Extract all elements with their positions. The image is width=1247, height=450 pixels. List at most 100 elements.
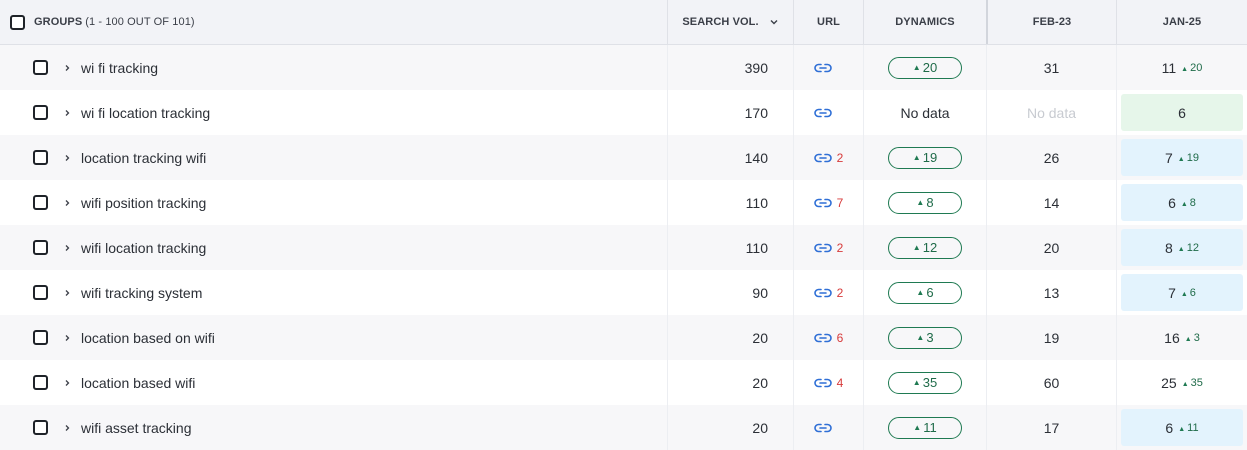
table-row[interactable]: wifi position tracking 110 7 ▲ 8 14 6 ▲ 8 xyxy=(0,180,1247,225)
dynamics-badge[interactable]: ▲ 19 xyxy=(888,146,962,169)
chevron-right-icon[interactable] xyxy=(62,243,72,253)
link-icon[interactable] xyxy=(813,287,832,299)
row-checkbox[interactable] xyxy=(33,330,48,345)
link-icon[interactable] xyxy=(814,422,832,434)
group-cell: wi fi tracking xyxy=(0,45,667,90)
dynamics-badge[interactable]: ▲ 12 xyxy=(888,236,962,259)
jan-position-box[interactable]: 8 ▲ 12 xyxy=(1121,229,1243,266)
keyword-text[interactable]: location tracking wifi xyxy=(81,150,206,166)
keyword-text[interactable]: wifi asset tracking xyxy=(81,420,191,436)
jan-delta: ▲ 12 xyxy=(1178,242,1199,254)
header-feb: FEB-23 xyxy=(986,0,1116,44)
feb-cell: No data xyxy=(986,90,1116,135)
chevron-right-icon[interactable] xyxy=(62,288,72,298)
jan-position-box[interactable]: 11 ▲ 20 xyxy=(1121,49,1243,86)
jan-position: 25 xyxy=(1161,374,1177,391)
feb-cell: 31 xyxy=(986,45,1116,90)
jan-delta-value: 35 xyxy=(1190,376,1203,389)
keyword-text[interactable]: location based on wifi xyxy=(81,330,215,346)
table-row[interactable]: location tracking wifi 140 2 ▲ 19 26 7 ▲ 19 xyxy=(0,135,1247,180)
jan-position-box[interactable]: 7 ▲ 19 xyxy=(1121,139,1243,176)
header-search-vol[interactable]: SEARCH VOL. xyxy=(667,0,793,44)
chevron-right-icon[interactable] xyxy=(62,198,72,208)
link-icon[interactable] xyxy=(813,197,832,209)
jan-cell: 6 ▲ 11 xyxy=(1116,405,1247,450)
triangle-up-icon: ▲ xyxy=(912,153,921,162)
row-checkbox[interactable] xyxy=(33,420,48,435)
url-count[interactable]: 2 xyxy=(837,151,844,165)
link-icon[interactable] xyxy=(813,152,832,164)
feb-position: 31 xyxy=(1043,59,1060,76)
table-row[interactable]: wi fi location tracking 170 No data No d… xyxy=(0,90,1247,135)
feb-cell: 14 xyxy=(986,180,1116,225)
search-volume-value: 20 xyxy=(752,329,768,346)
chevron-right-icon[interactable] xyxy=(62,108,72,118)
row-checkbox[interactable] xyxy=(33,195,48,210)
row-checkbox[interactable] xyxy=(33,105,48,120)
dynamics-badge[interactable]: ▲ 8 xyxy=(888,191,962,214)
link-icon[interactable] xyxy=(814,107,832,119)
url-cell xyxy=(793,45,863,90)
url-count[interactable]: 6 xyxy=(837,331,844,345)
keyword-text[interactable]: wi fi location tracking xyxy=(81,105,210,121)
dynamics-badge[interactable]: ▲ 6 xyxy=(888,281,962,304)
link-icon[interactable] xyxy=(813,332,832,344)
url-cell: 7 xyxy=(793,180,863,225)
keyword-text[interactable]: wi fi tracking xyxy=(81,60,158,76)
triangle-up-icon: ▲ xyxy=(1184,335,1192,343)
chevron-right-icon[interactable] xyxy=(62,63,72,73)
group-cell: wi fi location tracking xyxy=(0,90,667,135)
url-count[interactable]: 4 xyxy=(837,376,844,390)
keyword-text[interactable]: location based wifi xyxy=(81,375,195,391)
dynamics-badge[interactable]: ▲ 20 xyxy=(888,56,962,79)
jan-position-box[interactable]: 6 ▲ 8 xyxy=(1121,184,1243,221)
keyword-text[interactable]: wifi tracking system xyxy=(81,285,202,301)
chevron-down-icon[interactable] xyxy=(769,17,779,27)
row-checkbox[interactable] xyxy=(33,60,48,75)
table-row[interactable]: wifi tracking system 90 2 ▲ 6 13 7 ▲ 6 xyxy=(0,270,1247,315)
link-icon[interactable] xyxy=(813,242,832,254)
table-row[interactable]: wifi location tracking 110 2 ▲ 12 20 8 ▲ 12 xyxy=(0,225,1247,270)
feb-position: 13 xyxy=(1043,284,1060,301)
jan-cell: 6 ▲ 8 xyxy=(1116,180,1247,225)
table-row[interactable]: location based wifi 20 4 ▲ 35 60 25 ▲ 35 xyxy=(0,360,1247,405)
chevron-right-icon[interactable] xyxy=(62,423,72,433)
dynamics-value: 3 xyxy=(926,330,934,345)
keyword-text[interactable]: wifi position tracking xyxy=(81,195,206,211)
chevron-right-icon[interactable] xyxy=(62,378,72,388)
link-icon[interactable] xyxy=(813,377,832,389)
table-row[interactable]: wifi asset tracking 20 ▲ 11 17 6 ▲ 11 xyxy=(0,405,1247,450)
url-cell: 2 xyxy=(793,135,863,180)
select-all-checkbox[interactable] xyxy=(10,14,25,30)
search-volume-value: 90 xyxy=(752,284,768,301)
table-row[interactable]: wi fi tracking 390 ▲ 20 31 11 ▲ 20 xyxy=(0,45,1247,90)
jan-position-box[interactable]: 6 ▲ 11 xyxy=(1121,409,1243,446)
dynamics-badge[interactable]: ▲ 3 xyxy=(888,326,962,349)
table-row[interactable]: location based on wifi 20 6 ▲ 3 19 16 ▲ 3 xyxy=(0,315,1247,360)
url-count[interactable]: 2 xyxy=(837,286,844,300)
url-cell: 2 xyxy=(793,270,863,315)
url-count[interactable]: 2 xyxy=(837,241,844,255)
dynamics-badge[interactable]: ▲ 11 xyxy=(888,416,962,439)
jan-position: 7 xyxy=(1168,284,1176,301)
jan-position-box[interactable]: 6 xyxy=(1121,94,1243,131)
dynamics-value: 20 xyxy=(922,60,938,75)
url-count[interactable]: 7 xyxy=(837,196,844,210)
chevron-right-icon[interactable] xyxy=(62,333,72,343)
jan-position-box[interactable]: 16 ▲ 3 xyxy=(1121,319,1243,356)
chevron-right-icon[interactable] xyxy=(62,153,72,163)
row-checkbox[interactable] xyxy=(33,285,48,300)
row-checkbox[interactable] xyxy=(33,150,48,165)
triangle-up-icon: ▲ xyxy=(913,423,922,432)
keyword-text[interactable]: wifi location tracking xyxy=(81,240,206,256)
link-icon[interactable] xyxy=(814,62,832,74)
row-checkbox[interactable] xyxy=(33,240,48,255)
groups-count: (1 - 100 OUT OF 101) xyxy=(85,16,195,28)
url-cell: 4 xyxy=(793,360,863,405)
row-checkbox[interactable] xyxy=(33,375,48,390)
header-groups: GROUPS (1 - 100 OUT OF 101) xyxy=(0,0,667,44)
jan-position-box[interactable]: 7 ▲ 6 xyxy=(1121,274,1243,311)
dynamics-badge[interactable]: ▲ 35 xyxy=(888,371,962,394)
feb-position: 20 xyxy=(1043,239,1060,256)
jan-position-box[interactable]: 25 ▲ 35 xyxy=(1121,364,1243,401)
